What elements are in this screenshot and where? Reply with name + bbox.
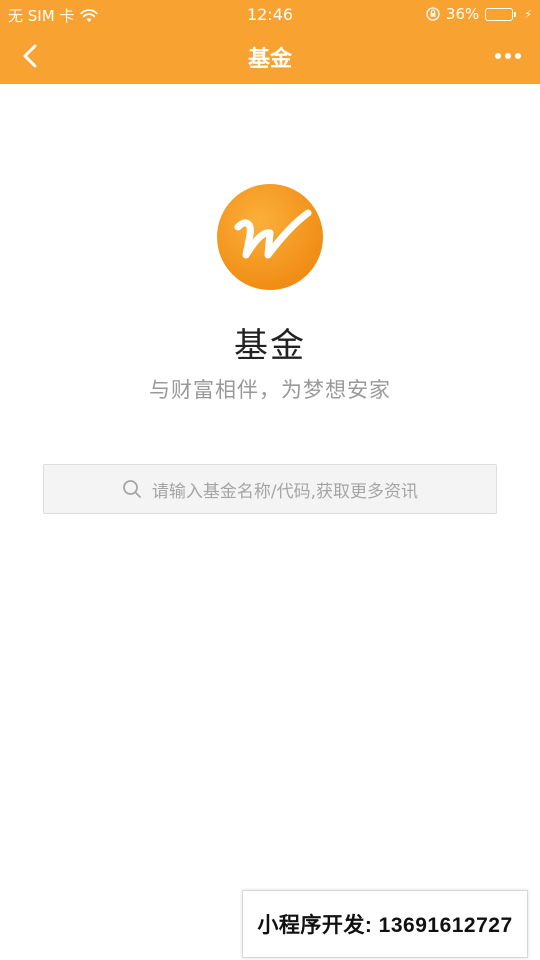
header: 无 SIM 卡 12:46 36% ⚡ 基金 (0, 0, 540, 84)
contact-text: 小程序开发: 13691612727 (257, 914, 513, 937)
more-dot (505, 53, 511, 59)
more-dots-icon (495, 53, 501, 59)
charging-bolt-icon: ⚡ (524, 7, 532, 21)
battery-percent: 36% (445, 5, 480, 23)
search-input[interactable]: 请输入基金名称/代码,获取更多资讯 (43, 464, 497, 514)
battery-icon (485, 7, 517, 21)
nav-title: 基金 (247, 47, 292, 72)
more-button[interactable] (488, 38, 528, 74)
more-dot (515, 53, 521, 59)
status-bar: 无 SIM 卡 12:46 36% ⚡ (0, 0, 540, 28)
contact-banner: 小程序开发: 13691612727 (242, 890, 528, 958)
screen: 无 SIM 卡 12:46 36% ⚡ 基金 基金 与财富相伴，为梦想安家 请输… (0, 0, 540, 960)
status-right: 36% ⚡ (426, 5, 532, 23)
search-icon (123, 480, 141, 498)
nav-bar: 基金 (0, 28, 540, 84)
app-name: 基金 (234, 326, 306, 366)
tagline: 与财富相伴，为梦想安家 (149, 378, 391, 402)
search-placeholder: 请输入基金名称/代码,获取更多资讯 (151, 481, 419, 502)
orientation-lock-icon (426, 7, 440, 21)
app-logo (217, 184, 323, 290)
